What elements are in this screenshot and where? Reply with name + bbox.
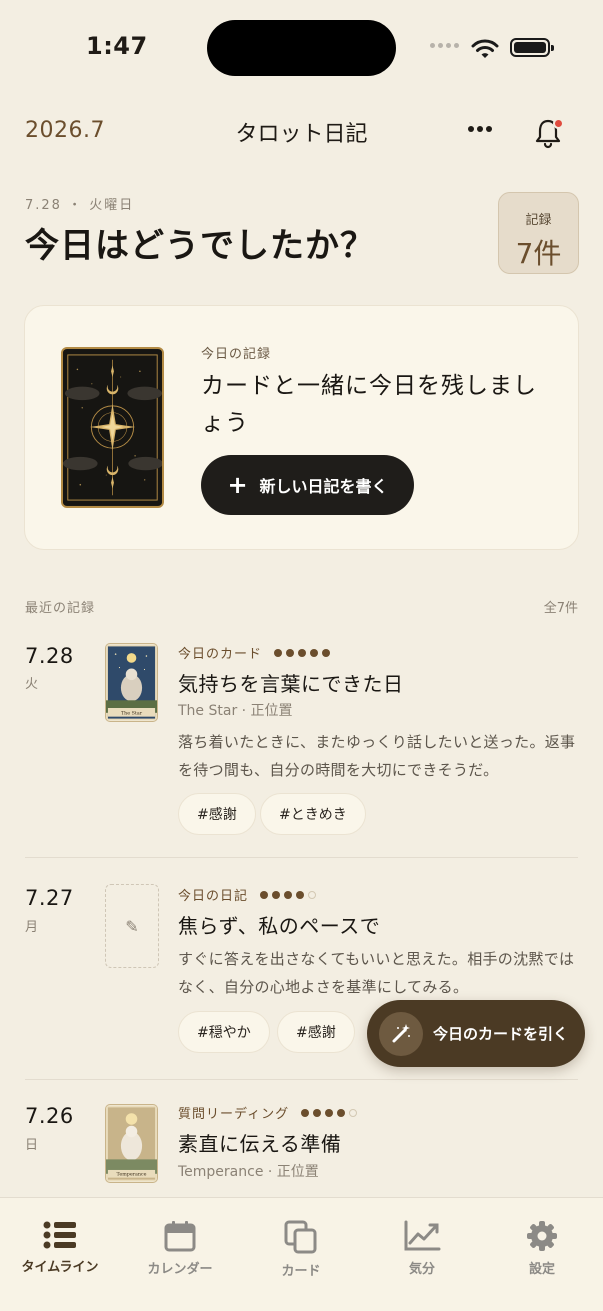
rating-dot (310, 648, 319, 657)
entry-eyebrow-label: 質問リーディング (178, 1107, 290, 1122)
entry-day: 7.26 (25, 1104, 74, 1128)
list-icon (43, 1221, 76, 1249)
current-date: 7.28 ・ 火曜日 (25, 198, 135, 213)
chart-icon (404, 1220, 441, 1251)
tag-chip[interactable]: #ときめき (260, 793, 366, 835)
entry-body: 落ち着いたときに、またゆっくり話したいと送った。返事を待つ間も、自分の時間を大切… (178, 733, 576, 779)
tab-mood[interactable]: 気分 (367, 1220, 477, 1277)
tarot-card-image (61, 347, 164, 508)
rating-dot (301, 1108, 310, 1117)
wifi-icon (471, 39, 499, 58)
draw-card-button-label: 今日のカードを引く (433, 1025, 569, 1043)
new-diary-button[interactable]: + 新しい日記を書く (201, 455, 414, 515)
rating-dot (325, 1108, 334, 1117)
ellipsis-icon[interactable] (468, 126, 492, 132)
tab-calendar[interactable]: カレンダー (125, 1220, 235, 1277)
rating-dot (286, 648, 295, 657)
rating-dot (298, 648, 307, 657)
entry-title: 素直に伝える準備 (178, 1132, 342, 1156)
calendar-icon (164, 1221, 196, 1252)
rating-dot (337, 1108, 346, 1117)
draw-card-button[interactable]: 今日のカードを引く (367, 1000, 585, 1067)
gear-icon (527, 1221, 557, 1251)
rating-dot (284, 890, 293, 899)
entry-eyebrow: 今日のカード (178, 643, 331, 662)
plus-icon: + (227, 471, 248, 499)
tarot-card-thumbnail: Temperance (105, 1104, 158, 1183)
pencil-icon[interactable]: ✎ (105, 884, 159, 968)
app-title: タロット日記 (235, 122, 368, 147)
thumb-caption: Temperance (117, 1172, 147, 1178)
mood-rating (301, 1108, 358, 1117)
entry-weekday: 月 (25, 920, 39, 935)
entry-eyebrow: 質問リーディング (178, 1103, 358, 1122)
entry-eyebrow: 今日の日記 (178, 885, 317, 904)
tab-cards[interactable]: カード (246, 1220, 356, 1279)
tab-timeline[interactable]: タイムライン (5, 1220, 115, 1275)
notification-dot (553, 118, 564, 129)
entry-day: 7.27 (25, 886, 74, 910)
divider (25, 857, 578, 858)
rating-dot (272, 890, 281, 899)
battery-icon (510, 38, 554, 57)
tab-label: カレンダー (147, 1262, 213, 1277)
tab-label: タイムライン (21, 1260, 99, 1275)
rating-dot (260, 890, 269, 899)
rating-dot (313, 1108, 322, 1117)
mood-rating (274, 648, 331, 657)
rating-dot (349, 1108, 358, 1117)
all-records-link[interactable]: 全7件 (544, 597, 578, 616)
cards-icon (284, 1220, 317, 1254)
rating-dot (308, 890, 317, 899)
rating-dot (274, 648, 283, 657)
recent-section-label: 最近の記録 (25, 601, 96, 616)
tag-chip[interactable]: #穏やか (178, 1011, 270, 1053)
tab-settings[interactable]: 設定 (487, 1220, 597, 1277)
entry-title: 気持ちを言葉にできた日 (178, 672, 404, 696)
tarot-card-thumbnail: The Star (105, 643, 158, 722)
rating-dot (322, 648, 331, 657)
entry-body: すぐに答えを出さなくてもいいと思えた。相手の沈黙ではなく、自分の心地よさを基準に… (178, 950, 575, 996)
page-title: 今日はどうでしたか？ (25, 226, 375, 266)
tab-label: 設定 (528, 1262, 555, 1277)
mood-rating (260, 890, 317, 899)
dynamic-island (207, 20, 396, 76)
entry-eyebrow-label: 今日の日記 (178, 889, 249, 904)
cellular-signal-icon (430, 43, 459, 48)
tab-label: 気分 (408, 1262, 435, 1277)
entry-weekday: 日 (25, 1138, 39, 1153)
entry-card-name: Temperance · 正位置 (178, 1164, 319, 1180)
entry-eyebrow-label: 今日のカード (178, 647, 263, 662)
entry-day: 7.28 (25, 644, 74, 668)
record-count-badge[interactable]: 記録 7件 (498, 192, 579, 274)
entry-title: 焦らず、私のペースで (178, 914, 381, 938)
tab-label: カード (281, 1264, 321, 1279)
entry-weekday: 火 (25, 677, 39, 692)
divider (25, 1079, 578, 1080)
record-count-value: 7件 (515, 237, 562, 270)
status-time: 1:47 (86, 32, 148, 60)
today-card-eyebrow: 今日の記録 (201, 347, 272, 362)
tag-chip[interactable]: #感謝 (277, 1011, 355, 1053)
new-diary-button-label: 新しい日記を書く (259, 477, 388, 496)
entry-card-name: The Star · 正位置 (178, 703, 293, 719)
today-card-message: カードと一緒に今日を残しましょう (201, 373, 537, 436)
rating-dot (296, 890, 305, 899)
magic-wand-icon (379, 1011, 423, 1056)
tag-chip[interactable]: #感謝 (178, 793, 256, 835)
thumb-caption: The Star (121, 711, 143, 717)
record-count-label: 記録 (525, 213, 552, 228)
